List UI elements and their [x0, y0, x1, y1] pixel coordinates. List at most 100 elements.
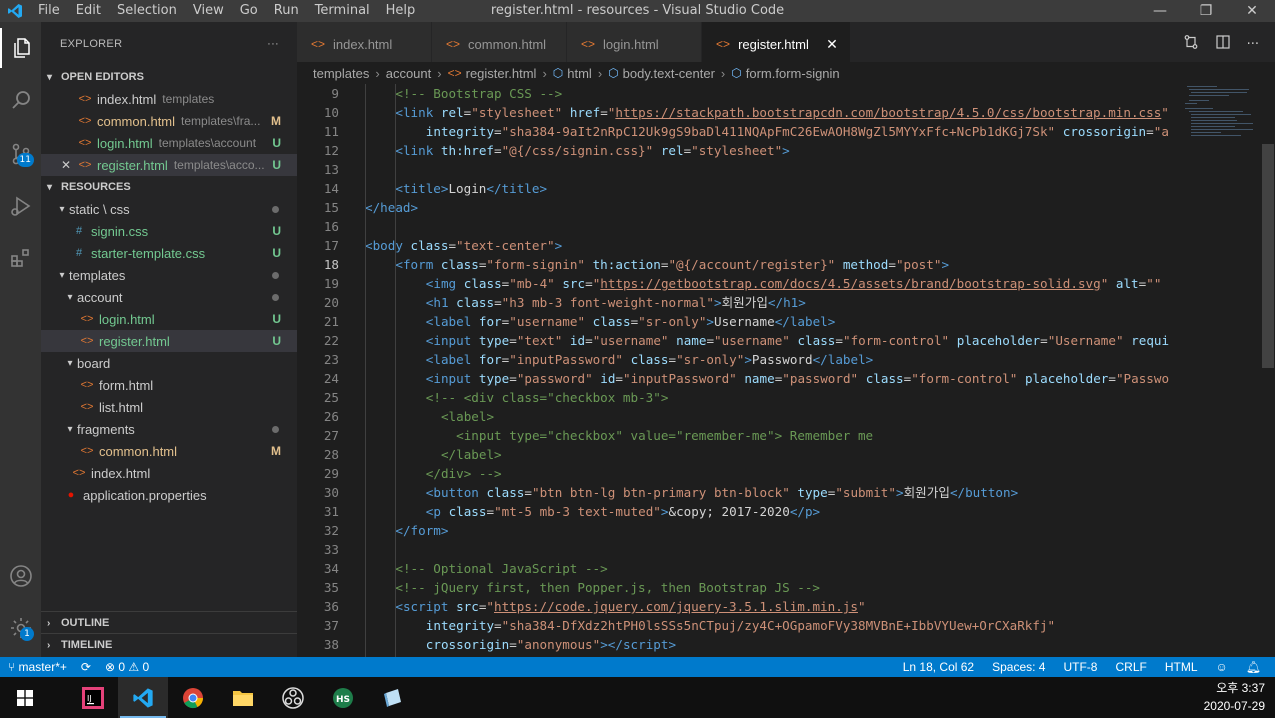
tab-register[interactable]: <> register.html ✕: [702, 22, 851, 66]
settings-gear-icon[interactable]: 1: [0, 608, 41, 648]
vertical-scrollbar[interactable]: [1261, 84, 1275, 657]
extensions-icon[interactable]: [0, 238, 41, 278]
code-line[interactable]: 16: [297, 217, 1181, 236]
file-explorer-icon[interactable]: [218, 677, 268, 718]
intellij-icon[interactable]: IJ: [68, 677, 118, 718]
code-line[interactable]: 19 <img class="mb-4" src="https://getboot…: [297, 274, 1181, 293]
breadcrumb-item[interactable]: register.html: [466, 66, 537, 81]
close-icon[interactable]: ✕: [61, 158, 77, 172]
breadcrumb-item[interactable]: form.form-signin: [746, 66, 840, 81]
menu-go[interactable]: Go: [232, 0, 266, 22]
code-editor[interactable]: 9 <!-- Bootstrap CSS --> 10 <link rel="styl…: [297, 84, 1275, 657]
code-line[interactable]: 28 </label>: [297, 445, 1181, 464]
indentation-status[interactable]: Spaces: 4: [992, 660, 1045, 674]
notepad-icon[interactable]: [368, 677, 418, 718]
close-icon[interactable]: ✕: [61, 136, 77, 150]
chrome-icon[interactable]: [168, 677, 218, 718]
open-editors-header[interactable]: ▾ OPEN EDITORS: [41, 66, 297, 88]
more-editor-actions-icon[interactable]: ···: [1247, 37, 1259, 52]
code-line[interactable]: 26 <label>: [297, 407, 1181, 426]
tree-file[interactable]: <> list.html: [41, 396, 297, 418]
menu-file[interactable]: File: [30, 0, 68, 22]
tree-file[interactable]: # starter-template.css U: [41, 242, 297, 264]
open-changes-icon[interactable]: [1183, 34, 1199, 54]
code-line[interactable]: 35 <!-- jQuery first, then Popper.js, the…: [297, 578, 1181, 597]
tree-file[interactable]: <> login.html U: [41, 308, 297, 330]
code-line[interactable]: 38 crossorigin="anonymous"></script>: [297, 635, 1181, 654]
breadcrumb-item[interactable]: html: [567, 66, 592, 81]
tree-folder[interactable]: ▾ fragments: [41, 418, 297, 440]
menu-view[interactable]: View: [185, 0, 232, 22]
close-icon[interactable]: ✕: [61, 114, 77, 128]
taskbar-clock[interactable]: 오후 3:37 2020-07-29: [1204, 679, 1265, 715]
code-line[interactable]: 17 <body class="text-center">: [297, 236, 1181, 255]
code-line[interactable]: 34 <!-- Optional JavaScript -->: [297, 559, 1181, 578]
code-line[interactable]: 37 integrity="sha384-DfXdz2htPH0lsSSs5nCT…: [297, 616, 1181, 635]
code-line[interactable]: 21 <label for="username" class="sr-only">…: [297, 312, 1181, 331]
tree-file[interactable]: <> common.html M: [41, 440, 297, 462]
breadcrumb-item[interactable]: account: [386, 66, 432, 81]
code-line[interactable]: 31 <p class="mt-5 mb-3 text-muted">&copy;…: [297, 502, 1181, 521]
menu-run[interactable]: Run: [266, 0, 307, 22]
obs-icon[interactable]: [268, 677, 318, 718]
maximize-button[interactable]: ❐: [1183, 0, 1229, 22]
vscode-icon[interactable]: [118, 677, 168, 718]
open-editor-item[interactable]: ✕<> index.html templates: [41, 88, 297, 110]
tree-folder[interactable]: ▾ account: [41, 286, 297, 308]
minimize-button[interactable]: —: [1137, 0, 1183, 22]
account-icon[interactable]: [0, 556, 41, 596]
tab-login[interactable]: <> login.html: [567, 22, 703, 66]
files-icon[interactable]: [0, 28, 41, 68]
code-line[interactable]: 20 <h1 class="h3 mb-3 font-weight-normal"…: [297, 293, 1181, 312]
code-line[interactable]: 15 </head>: [297, 198, 1181, 217]
tree-folder[interactable]: ▾ board: [41, 352, 297, 374]
code-line[interactable]: 25 <!-- <div class="checkbox mb-3">: [297, 388, 1181, 407]
code-line[interactable]: 22 <input type="text" id="username" name=…: [297, 331, 1181, 350]
more-actions-icon[interactable]: ···: [267, 38, 279, 50]
feedback-icon[interactable]: ☺: [1216, 660, 1228, 674]
code-line[interactable]: 30 <button class="btn btn-lg btn-primary …: [297, 483, 1181, 502]
close-window-button[interactable]: ✕: [1229, 0, 1275, 22]
eol-status[interactable]: CRLF: [1115, 660, 1146, 674]
code-area[interactable]: 9 <!-- Bootstrap CSS --> 10 <link rel="styl…: [297, 84, 1181, 657]
tab-common[interactable]: <> common.html: [432, 22, 568, 66]
code-line[interactable]: 13: [297, 160, 1181, 179]
close-tab-icon[interactable]: ✕: [826, 36, 838, 53]
sync-icon[interactable]: ⟳: [81, 660, 91, 674]
minimap[interactable]: [1181, 84, 1261, 657]
tab-index[interactable]: <> index.html: [297, 22, 433, 66]
search-icon[interactable]: [0, 80, 41, 120]
code-line[interactable]: 12 <link th:href="@{/css/signin.css}" rel…: [297, 141, 1181, 160]
code-line[interactable]: 27 <input type="checkbox" value="remembe…: [297, 426, 1181, 445]
outline-section[interactable]: › OUTLINE: [41, 611, 297, 634]
code-line[interactable]: 18 <form class="form-signin" th:action="@…: [297, 255, 1181, 274]
run-debug-icon[interactable]: [0, 186, 41, 226]
menu-terminal[interactable]: Terminal: [307, 0, 378, 22]
breadcrumb-item[interactable]: body.text-center: [623, 66, 715, 81]
code-line[interactable]: 11 integrity="sha384-9aIt2nRpC12Uk9gS9baD…: [297, 122, 1181, 141]
outline-header[interactable]: › OUTLINE: [41, 612, 297, 634]
problems-status[interactable]: ⊗ 0 ⚠ 0: [105, 660, 149, 674]
breadcrumb-item[interactable]: templates: [313, 66, 369, 81]
code-line[interactable]: 14 <title>Login</title>: [297, 179, 1181, 198]
open-editor-item[interactable]: ✕<> login.html templates\account U: [41, 132, 297, 154]
tree-file[interactable]: <> register.html U: [41, 330, 297, 352]
code-line[interactable]: 36 <script src="https://code.jquery.com/j…: [297, 597, 1181, 616]
split-editor-icon[interactable]: [1215, 34, 1231, 54]
code-line[interactable]: 29 </div> -->: [297, 464, 1181, 483]
hs-app-icon[interactable]: HS: [318, 677, 368, 718]
timeline-header[interactable]: › TIMELINE: [41, 634, 297, 656]
code-line[interactable]: 33: [297, 540, 1181, 559]
language-mode[interactable]: HTML: [1165, 660, 1198, 674]
code-line[interactable]: 23 <label for="inputPassword" class="sr-o…: [297, 350, 1181, 369]
open-editor-item[interactable]: ✕ <> register.html templates\acco... U: [41, 154, 297, 176]
tree-file[interactable]: # signin.css U: [41, 220, 297, 242]
resources-header[interactable]: ▾ RESOURCES: [41, 176, 297, 198]
source-control-icon[interactable]: 11: [0, 134, 41, 174]
tree-folder[interactable]: ▾ static \ css: [41, 198, 297, 220]
code-line[interactable]: 24 <input type="password" id="inputPasswo…: [297, 369, 1181, 388]
menu-selection[interactable]: Selection: [109, 0, 185, 22]
encoding-status[interactable]: UTF-8: [1063, 660, 1097, 674]
code-line[interactable]: 32 </form>: [297, 521, 1181, 540]
code-line[interactable]: 10 <link rel="stylesheet" href="https://s…: [297, 103, 1181, 122]
